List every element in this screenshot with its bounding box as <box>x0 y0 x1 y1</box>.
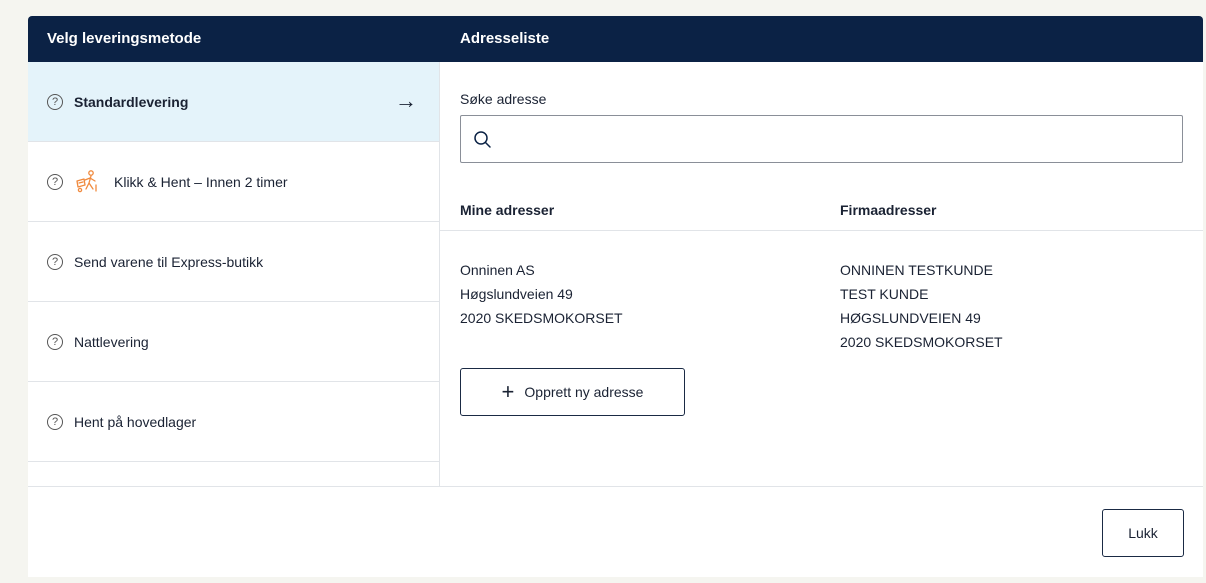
address-line: Onninen AS <box>460 262 535 278</box>
delivery-dialog: Velg leveringsmetode Adresseliste ? Stan… <box>28 16 1203 577</box>
mine-addresses-heading: Mine adresser <box>460 202 555 218</box>
create-address-button[interactable]: + Opprett ny adresse <box>460 368 685 416</box>
plus-icon: + <box>501 379 515 404</box>
address-panel: Søke adresse Mine adresser Firmaadresser… <box>440 62 1203 486</box>
address-list-title: Adresseliste <box>460 30 550 47</box>
divider <box>440 230 1203 231</box>
mine-address-card[interactable]: Onninen AS Høgslundveien 49 2020 SKEDSMO… <box>460 258 623 330</box>
address-line: TEST KUNDE <box>840 286 929 302</box>
address-line: 2020 SKEDSMOKORSET <box>840 334 1003 350</box>
dialog-header: Velg leveringsmetode Adresseliste <box>28 16 1203 62</box>
method-standardlevering[interactable]: ? Standardlevering → <box>28 62 439 142</box>
search-input[interactable] <box>501 124 1175 156</box>
address-line: ONNINEN TESTKUNDE <box>840 262 993 278</box>
search-label: Søke adresse <box>460 91 547 107</box>
method-nattlevering[interactable]: ? Nattlevering <box>28 302 439 382</box>
footer-divider <box>28 486 1203 487</box>
close-button[interactable]: Lukk <box>1102 509 1184 557</box>
help-icon[interactable]: ? <box>47 253 63 270</box>
address-line: Høgslundveien 49 <box>460 286 573 302</box>
address-line: 2020 SKEDSMOKORSET <box>460 310 623 326</box>
help-icon[interactable]: ? <box>47 173 63 190</box>
help-icon[interactable]: ? <box>47 333 63 350</box>
company-addresses-heading: Firmaadresser <box>840 202 937 218</box>
method-label: Klikk & Hent – Innen 2 timer <box>114 173 288 190</box>
company-address-card[interactable]: ONNINEN TESTKUNDE TEST KUNDE HØGSLUNDVEI… <box>840 258 1003 354</box>
method-label: Hent på hovedlager <box>74 413 197 430</box>
method-express-butikk[interactable]: ? Send varene til Express-butikk <box>28 222 439 302</box>
person-pickup-icon <box>74 169 100 195</box>
delivery-method-list: ? Standardlevering → ? Klikk & Hent – In… <box>28 62 440 486</box>
search-field[interactable] <box>460 115 1183 163</box>
delivery-method-title: Velg leveringsmetode <box>47 30 202 47</box>
create-address-label: Opprett ny adresse <box>524 384 644 400</box>
help-icon[interactable]: ? <box>47 93 63 110</box>
arrow-right-icon: → <box>395 88 417 113</box>
search-icon <box>474 131 491 148</box>
method-label: Standardlevering <box>74 93 189 110</box>
method-hovedlager[interactable]: ? Hent på hovedlager <box>28 382 439 462</box>
method-label: Nattlevering <box>74 333 149 350</box>
help-icon[interactable]: ? <box>47 413 63 430</box>
address-line: HØGSLUNDVEIEN 49 <box>840 310 981 326</box>
close-button-label: Lukk <box>1128 525 1158 541</box>
method-label: Send varene til Express-butikk <box>74 253 264 270</box>
method-klikk-hent[interactable]: ? Klikk & Hent – Innen 2 timer <box>28 142 439 222</box>
